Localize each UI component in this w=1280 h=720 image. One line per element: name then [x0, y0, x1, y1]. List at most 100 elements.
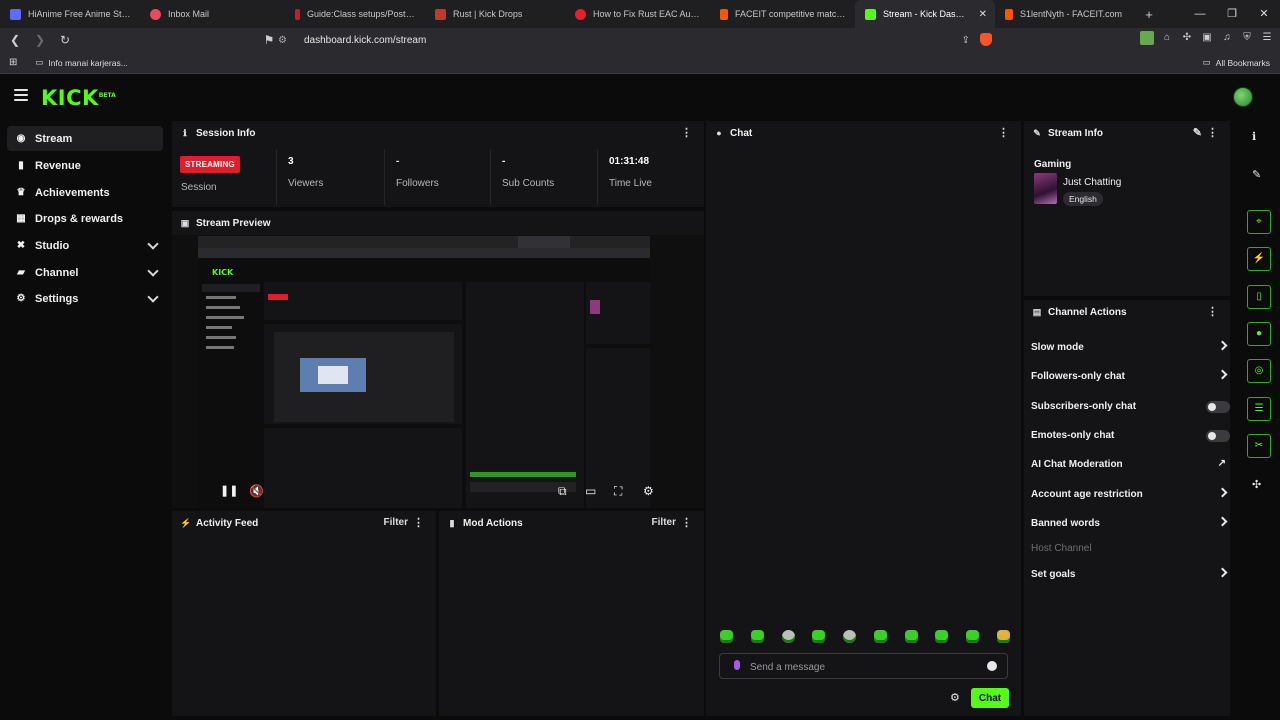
category-thumbnail[interactable]	[1034, 173, 1057, 204]
action-slow-mode[interactable]: Slow mode	[1031, 337, 1228, 357]
emote-icon[interactable]	[966, 630, 980, 643]
site-info-icon[interactable]: ⚙	[278, 35, 292, 46]
bookmark-page-icon[interactable]: ⚑	[259, 33, 279, 47]
pencil-icon[interactable]: ✎	[1252, 168, 1261, 181]
hamburger-menu-icon[interactable]	[14, 89, 28, 101]
new-tab-icon[interactable]: +	[1135, 7, 1163, 22]
action-ai-chat-moderation[interactable]: AI Chat Moderation ↗	[1031, 454, 1226, 474]
forward-icon[interactable]: ❯	[30, 33, 50, 47]
emote-icon[interactable]	[812, 630, 826, 643]
category-name[interactable]: Just Chatting	[1063, 177, 1121, 188]
browser-tab[interactable]: S1lentNyth - FACEIT.com	[995, 0, 1135, 28]
action-set-goals[interactable]: Set goals	[1031, 564, 1228, 584]
close-tab-icon[interactable]: ✕	[979, 9, 987, 20]
sidebar-toggle-icon[interactable]: ▣	[1200, 31, 1214, 45]
emotes-only-toggle[interactable]	[1206, 430, 1230, 442]
list-icon[interactable]: ☰	[1247, 397, 1271, 421]
emote-icon[interactable]	[750, 630, 764, 643]
back-icon[interactable]: ❮	[5, 33, 25, 47]
close-window-icon[interactable]: ✕	[1248, 0, 1280, 28]
emote-icon[interactable]	[720, 630, 733, 643]
theater-mode-icon[interactable]: ▭	[585, 484, 596, 498]
kick-logo[interactable]: KICKBETA	[41, 86, 116, 110]
browser-tab-active[interactable]: Stream - Kick Dashboard✕	[855, 0, 995, 28]
kebab-menu-icon[interactable]: ⋮	[681, 126, 692, 139]
url-bar[interactable]: ⚙ dashboard.kick.com/stream ⇪	[278, 30, 998, 50]
settings-gear-icon[interactable]: ⚙	[643, 484, 654, 498]
extensions-icon[interactable]: ✣	[1252, 478, 1261, 491]
kebab-menu-icon[interactable]: ⋮	[681, 516, 692, 529]
edit-icon[interactable]: ✎	[1193, 126, 1202, 139]
browser-tab[interactable]: FACEIT competitive match - FA	[710, 0, 855, 28]
subscribers-only-toggle[interactable]	[1206, 401, 1230, 413]
bolt-icon[interactable]: ⚡	[1247, 247, 1271, 271]
channel-actions-panel: ▤ Channel Actions ⋮ Slow mode Followers-…	[1024, 300, 1230, 716]
kebab-menu-icon[interactable]: ⋮	[998, 126, 1009, 139]
emote-icon[interactable]	[904, 630, 918, 643]
gear-icon: ⚙	[16, 292, 26, 304]
browser-tab[interactable]: Inbox Mail	[140, 0, 285, 28]
pause-icon[interactable]: ❚❚	[220, 484, 238, 497]
capture-icon[interactable]: ⌖	[1247, 210, 1271, 234]
send-chat-button[interactable]: Chat	[971, 688, 1009, 708]
sidebar-item-drops[interactable]: ▦ Drops & rewards	[7, 206, 163, 231]
browser-tab[interactable]: Guide:Class setups/Post-Moon	[285, 0, 425, 28]
minimize-icon[interactable]: —	[1184, 0, 1216, 28]
all-bookmarks[interactable]: ▭ All Bookmarks	[1203, 57, 1270, 68]
sidebar-item-revenue[interactable]: ▮ Revenue	[7, 153, 163, 178]
emote-icon[interactable]	[935, 630, 949, 643]
fullscreen-icon[interactable]: ⛶	[614, 484, 622, 499]
sidebar-item-stream[interactable]: ◉ Stream	[7, 126, 163, 151]
chat-bubble-icon[interactable]: ●	[1247, 322, 1271, 346]
microphone-icon[interactable]	[734, 660, 740, 670]
chat-panel: ● Chat ⋮	[706, 121, 1021, 716]
kebab-menu-icon[interactable]: ⋮	[1207, 126, 1218, 139]
action-subscribers-only-chat: Subscribers-only chat	[1031, 396, 1230, 416]
sidebar-item-channel[interactable]: ▰ Channel	[7, 260, 163, 285]
emote-icon[interactable]	[843, 630, 857, 643]
action-banned-words[interactable]: Banned words	[1031, 513, 1228, 533]
menu-icon[interactable]: ☰	[1260, 31, 1274, 45]
emote-icon[interactable]	[781, 630, 795, 643]
extension-icon[interactable]: ⌂	[1160, 31, 1174, 45]
brave-shield-icon[interactable]	[980, 33, 992, 46]
broadcast-icon[interactable]: ◎	[1247, 359, 1271, 383]
bookmark-item[interactable]: ▭ Info manai karjeras...	[35, 57, 127, 68]
maximize-icon[interactable]: ❐	[1216, 0, 1248, 28]
user-avatar[interactable]	[1233, 87, 1253, 107]
emoji-picker-icon[interactable]	[987, 661, 997, 671]
wrench-icon[interactable]: ✂	[1247, 434, 1271, 458]
puzzle-icon[interactable]: ✣	[1180, 31, 1194, 45]
chat-message-input[interactable]	[750, 658, 970, 676]
document-icon[interactable]: ▯	[1247, 285, 1271, 309]
media-icon[interactable]: ♫	[1220, 31, 1234, 45]
svg-text:KICK: KICK	[212, 268, 234, 277]
mute-icon[interactable]: 🔇	[249, 484, 264, 498]
activity-filter-button[interactable]: Filter	[384, 517, 408, 528]
browser-tab[interactable]: Rust | Kick Drops	[425, 0, 565, 28]
share-icon[interactable]: ⇪	[962, 35, 970, 46]
browser-tab[interactable]: HiAnime Free Anime Streaming	[0, 0, 140, 28]
sidebar-item-achievements[interactable]: ♛ Achievements	[7, 180, 163, 205]
stream-preview-video[interactable]: KICK	[198, 236, 650, 508]
picture-in-picture-icon[interactable]: ⧉	[558, 484, 567, 499]
chat-input-box	[719, 653, 1008, 679]
kebab-menu-icon[interactable]: ⋮	[413, 516, 424, 529]
sidebar-item-settings[interactable]: ⚙ Settings	[7, 286, 163, 311]
info-icon[interactable]: ℹ	[1252, 130, 1256, 143]
emote-icon[interactable]	[996, 630, 1010, 643]
language-tag: English	[1063, 192, 1103, 206]
emote-icon[interactable]	[873, 630, 887, 643]
kebab-menu-icon[interactable]: ⋮	[1207, 305, 1218, 318]
apps-grid-icon[interactable]: ⊞	[9, 57, 17, 68]
action-followers-only-chat[interactable]: Followers-only chat	[1031, 366, 1228, 386]
extension-icon[interactable]	[1140, 31, 1154, 45]
chat-settings-icon[interactable]: ⚙	[950, 691, 960, 704]
reload-icon[interactable]: ↻	[55, 33, 75, 47]
vpn-icon[interactable]: ⛨	[1240, 31, 1254, 45]
action-account-age-restriction[interactable]: Account age restriction	[1031, 484, 1228, 504]
sidebar-item-studio[interactable]: ✖ Studio	[7, 233, 163, 258]
url-text: dashboard.kick.com/stream	[304, 34, 427, 46]
browser-tab[interactable]: How to Fix Rust EAC Auth Disc	[565, 0, 710, 28]
mod-filter-button[interactable]: Filter	[652, 517, 676, 528]
